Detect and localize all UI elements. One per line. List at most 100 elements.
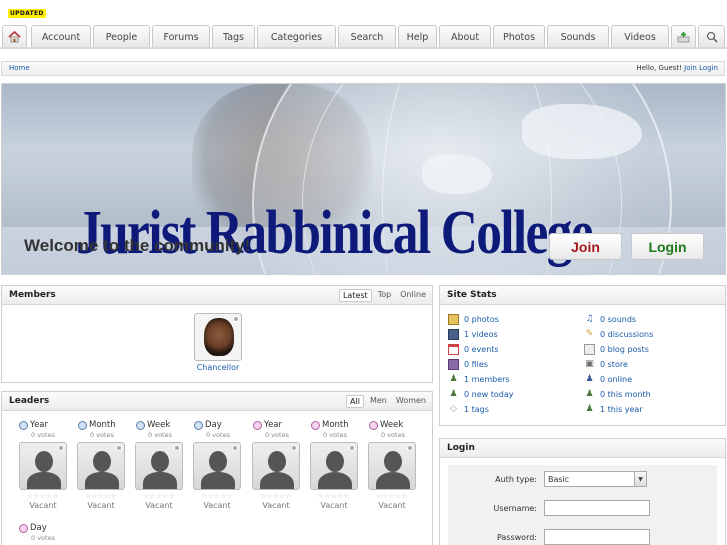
offline-status-icon xyxy=(407,445,413,451)
leader-slot[interactable]: ☆☆☆☆☆ Vacant xyxy=(250,442,302,510)
stat-new-today[interactable]: ♟ 0 new today xyxy=(448,389,513,400)
tab-forums[interactable]: Forums xyxy=(152,25,210,49)
new-members-icon: ♟ xyxy=(449,389,458,399)
stat-events[interactable]: 0 events xyxy=(448,344,499,355)
member-card[interactable]: Chancellor xyxy=(191,313,245,372)
vacant-avatar[interactable] xyxy=(77,442,125,490)
members-icon: ♟ xyxy=(449,374,458,384)
male-icon xyxy=(19,420,28,430)
leader-votes: 0 votes xyxy=(31,534,55,542)
stat-this-month[interactable]: ♟ 0 this month xyxy=(584,389,651,400)
stat-label: 1 members xyxy=(464,375,510,384)
tab-categories[interactable]: Categories xyxy=(257,25,336,49)
vacant-avatar[interactable] xyxy=(193,442,241,490)
offline-status-icon xyxy=(174,445,180,451)
breadcrumb-home-link[interactable]: Home xyxy=(9,64,30,72)
stat-sounds[interactable]: ♫ 0 sounds xyxy=(584,314,636,325)
stat-members[interactable]: ♟ 1 members xyxy=(448,374,510,385)
leader-slot[interactable]: ☆☆☆☆☆ Vacant xyxy=(133,442,185,510)
calendar-icon xyxy=(448,344,459,355)
tab-help[interactable]: Help xyxy=(398,25,437,49)
members-tab-latest[interactable]: Latest xyxy=(338,289,372,302)
auth-type-row: Auth type: Basic ▼ xyxy=(440,468,726,496)
stat-label: 1 tags xyxy=(464,405,489,414)
leaders-tab-women[interactable]: Women xyxy=(393,395,429,408)
leader-period: Month xyxy=(89,420,116,430)
leaders-panel: Leaders All Men Women Year 0 votes Month… xyxy=(1,391,433,545)
auth-type-label: Auth type: xyxy=(495,475,537,484)
stat-tags[interactable]: ◇ 1 tags xyxy=(448,404,489,415)
leaders-tab-all[interactable]: All xyxy=(346,395,364,408)
tab-about[interactable]: About xyxy=(439,25,491,49)
login-button[interactable]: Login xyxy=(631,233,704,260)
auth-type-select[interactable]: Basic ▼ xyxy=(544,471,647,487)
leader-name: Vacant xyxy=(262,501,290,510)
leader-period: Week xyxy=(380,420,404,430)
tab-photos[interactable]: Photos xyxy=(493,25,545,49)
vacant-avatar[interactable] xyxy=(310,442,358,490)
stat-label: 0 online xyxy=(600,375,633,384)
tab-search[interactable]: Search xyxy=(338,25,396,49)
leader-day-men: Day 0 votes xyxy=(194,420,252,439)
leaders-tabs: All Men Women xyxy=(346,395,429,408)
members-panel: Members Latest Top Online Chancellor xyxy=(1,285,433,383)
rating-stars: ☆☆☆☆☆ xyxy=(85,492,117,500)
rating-stars: ☆☆☆☆☆ xyxy=(260,492,292,500)
stat-label: 1 videos xyxy=(464,330,498,339)
stat-this-year[interactable]: ♟ 1 this year xyxy=(584,404,642,415)
leader-slot[interactable]: ☆☆☆☆☆ Vacant xyxy=(17,442,69,510)
members-tabs: Latest Top Online xyxy=(338,289,429,302)
stat-label: 0 events xyxy=(464,345,499,354)
leader-votes: 0 votes xyxy=(323,431,347,439)
nav-underline xyxy=(0,47,727,49)
tab-people[interactable]: People xyxy=(93,25,150,49)
vacant-avatar[interactable] xyxy=(19,442,67,490)
month-members-icon: ♟ xyxy=(585,389,594,399)
home-tab[interactable] xyxy=(2,25,27,49)
discussions-icon: ✎ xyxy=(585,329,594,339)
leaders-tab-men[interactable]: Men xyxy=(367,395,390,408)
tab-videos[interactable]: Videos xyxy=(611,25,669,49)
leader-slot[interactable]: ☆☆☆☆☆ Vacant xyxy=(75,442,127,510)
stat-store[interactable]: ▣ 0 store xyxy=(584,359,628,370)
tab-account[interactable]: Account xyxy=(31,25,91,49)
stat-files[interactable]: 0 files xyxy=(448,359,488,370)
member-avatar[interactable] xyxy=(194,313,242,361)
welcome-banner: Jurist Rabbinical College Welcome to the… xyxy=(1,83,726,275)
add-page-tab[interactable] xyxy=(671,25,696,49)
vacant-avatar[interactable] xyxy=(135,442,183,490)
login-panel: Login Auth type: Basic ▼ Username: Passw… xyxy=(439,438,726,545)
header-join-link[interactable]: Join xyxy=(684,64,697,72)
stat-blog-posts[interactable]: 0 blog posts xyxy=(584,344,649,355)
vacant-avatar[interactable] xyxy=(252,442,300,490)
female-icon xyxy=(19,523,28,533)
female-icon xyxy=(253,420,262,430)
stat-label: 0 this month xyxy=(600,390,651,399)
join-button[interactable]: Join xyxy=(549,233,622,260)
stat-online[interactable]: ♟ 0 online xyxy=(584,374,632,385)
username-field[interactable] xyxy=(544,500,650,516)
password-field[interactable] xyxy=(544,529,650,545)
rating-stars: ☆☆☆☆☆ xyxy=(143,492,175,500)
stat-photos[interactable]: 0 photos xyxy=(448,314,499,325)
tab-sounds[interactable]: Sounds xyxy=(547,25,609,49)
member-name-link[interactable]: Chancellor xyxy=(191,363,245,372)
stat-videos[interactable]: 1 videos xyxy=(448,329,498,340)
leader-votes: 0 votes xyxy=(381,431,405,439)
leader-slot[interactable]: ☆☆☆☆☆ Vacant xyxy=(366,442,418,510)
members-tab-top[interactable]: Top xyxy=(375,289,395,302)
members-tab-online[interactable]: Online xyxy=(397,289,429,302)
members-panel-header: Members Latest Top Online xyxy=(2,286,432,305)
login-form: Auth type: Basic ▼ Username: Password: xyxy=(448,465,717,545)
updated-badge: UPDATED xyxy=(8,9,46,18)
offline-status-icon xyxy=(58,445,64,451)
magnifier-icon xyxy=(706,31,718,43)
vacant-avatar[interactable] xyxy=(368,442,416,490)
leader-slot[interactable]: ☆☆☆☆☆ Vacant xyxy=(191,442,243,510)
stat-discussions[interactable]: ✎ 0 discussions xyxy=(584,329,654,340)
tab-tags[interactable]: Tags xyxy=(212,25,255,49)
leader-slot[interactable]: ☆☆☆☆☆ Vacant xyxy=(308,442,360,510)
search-tab[interactable] xyxy=(698,25,725,49)
male-icon xyxy=(136,420,145,430)
header-login-link[interactable]: Login xyxy=(699,64,718,72)
